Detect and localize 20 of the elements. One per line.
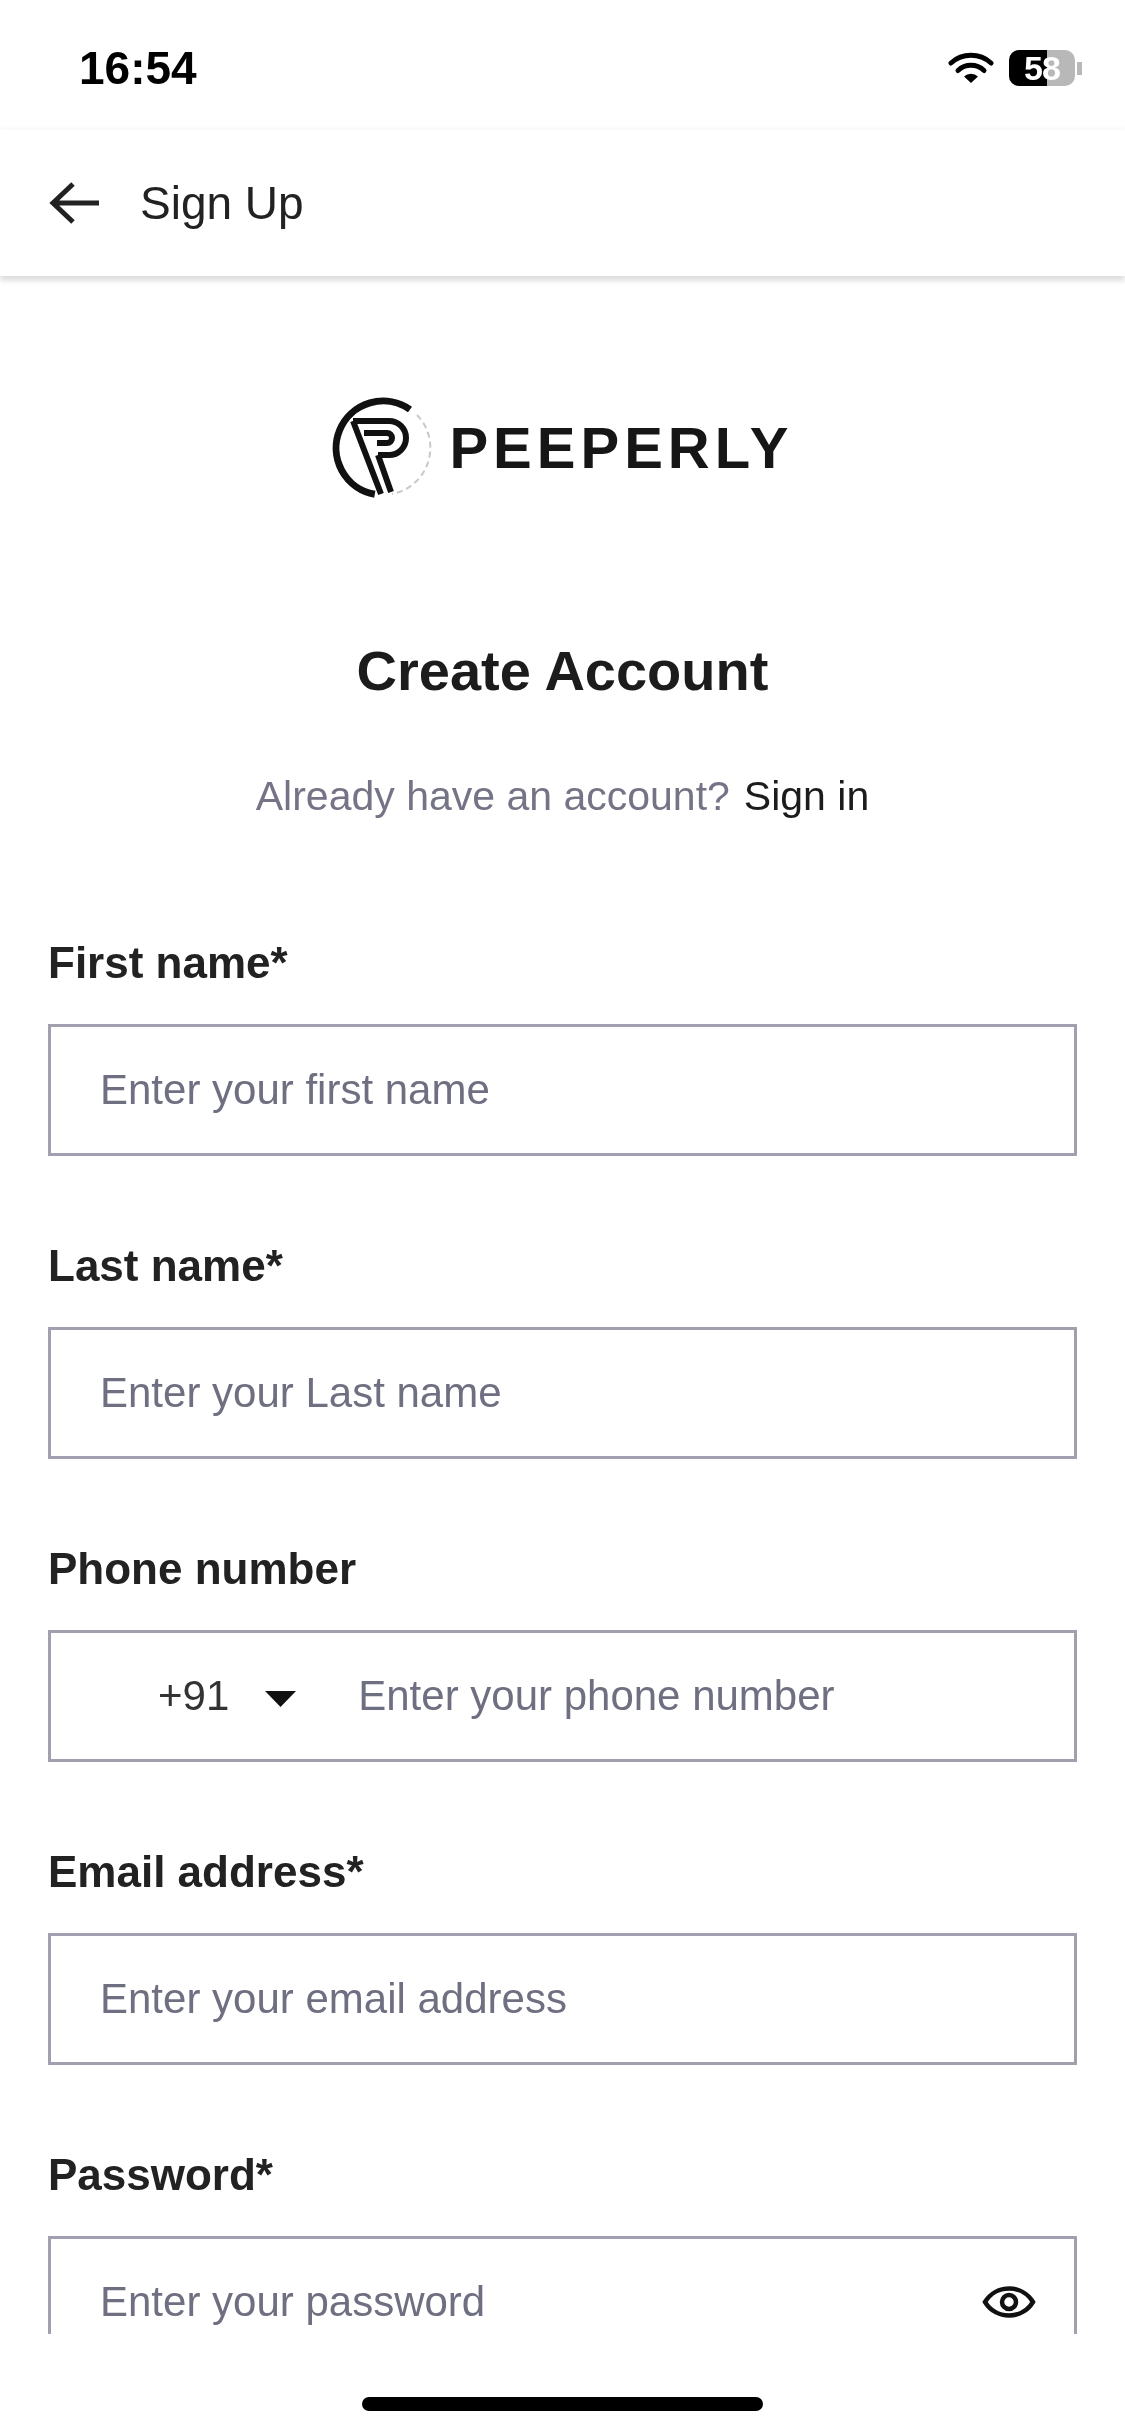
- country-code-dropdown[interactable]: +91: [158, 1671, 297, 1721]
- text-field[interactable]: Enter your first name: [48, 1024, 1077, 1156]
- field-label: Last name*: [48, 1240, 284, 1292]
- caret-down-icon: [265, 1691, 297, 1707]
- brand-name: PEEPERLY: [449, 415, 794, 481]
- page-heading: Create Account: [355, 638, 770, 704]
- password-field[interactable]: Enter your password: [48, 2236, 1077, 2334]
- text-field[interactable]: Enter your email address: [48, 1933, 1077, 2065]
- field-label: Password*: [48, 2149, 274, 2201]
- status-time: 16:54: [79, 41, 197, 95]
- back-icon[interactable]: [48, 181, 102, 225]
- field-label: Phone number: [48, 1543, 358, 1595]
- signin-prompt: Already have an account?: [255, 772, 730, 820]
- phone-field[interactable]: +91 Enter your phone number: [48, 1630, 1077, 1762]
- field-label: Email address*: [48, 1846, 365, 1898]
- page-title: Sign Up: [140, 176, 304, 231]
- wifi-icon: [948, 51, 994, 85]
- signin-link[interactable]: Sign in: [743, 772, 870, 820]
- text-field[interactable]: Enter your Last name: [48, 1327, 1077, 1459]
- field-label: First name*: [48, 937, 289, 989]
